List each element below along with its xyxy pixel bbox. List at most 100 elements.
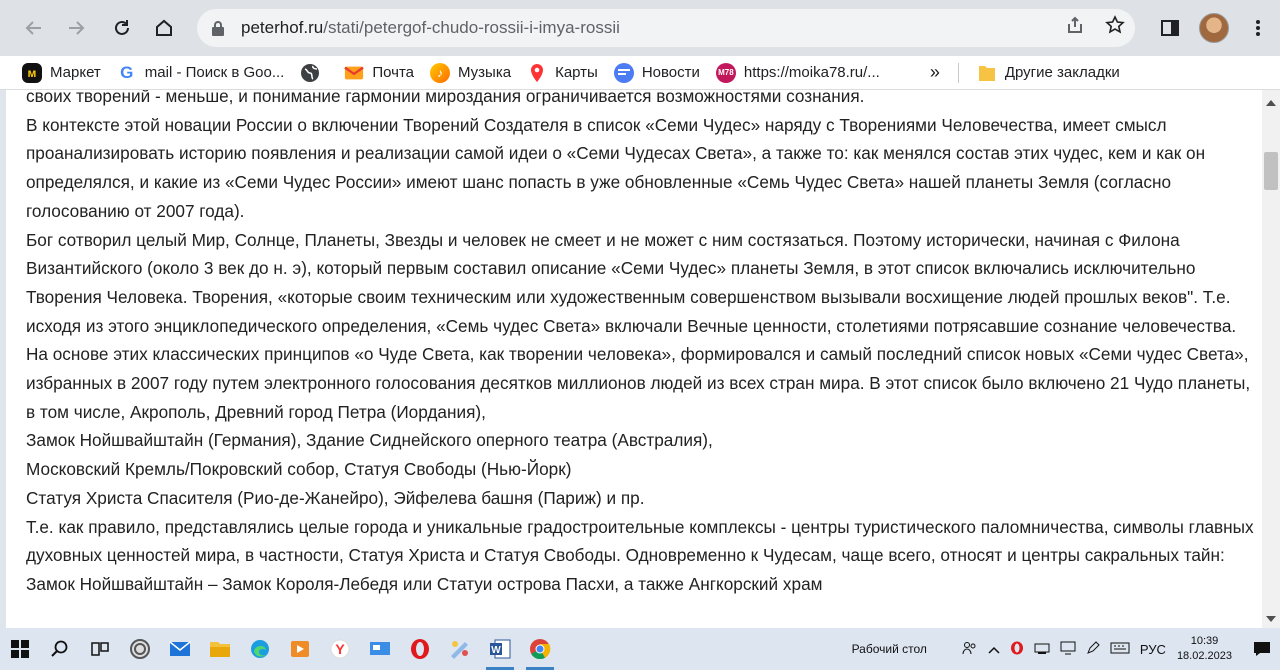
windows-logo-icon (11, 640, 29, 658)
article-body: своих творений - меньше, и понимание гар… (26, 90, 1256, 599)
url-text[interactable]: peterhof.ru/stati/petergof-chudo-rossii-… (241, 18, 620, 38)
scroll-down-arrow-icon[interactable] (1266, 616, 1276, 622)
article-paragraph: своих творений - меньше, и понимание гар… (26, 90, 865, 106)
media-player-icon (291, 641, 309, 657)
desktop-toolbar-label[interactable]: Рабочий стол (852, 642, 927, 656)
chrome-icon (530, 639, 551, 660)
clock-date: 18.02.2023 (1176, 650, 1232, 662)
share-icon[interactable] (1055, 15, 1095, 41)
scroll-thumb[interactable] (1264, 152, 1278, 190)
article-paragraph: Замок Нойшвайштайн (Германия), Здание Си… (26, 430, 713, 451)
svg-text:W: W (491, 645, 501, 656)
clock-time: 10:39 (1190, 635, 1219, 647)
folder-explorer-icon (210, 642, 230, 657)
other-bookmarks-folder[interactable]: Другие закладки (969, 59, 1128, 87)
yandex-browser-icon: Y (330, 639, 350, 659)
bookmark-label: Другие закладки (1004, 64, 1120, 81)
bookmark-pochta[interactable]: Почта (336, 59, 422, 87)
market-icon: м (22, 62, 42, 83)
avatar[interactable] (1199, 13, 1229, 43)
bookmark-label: Почта (372, 64, 415, 81)
bookmark-label: Маркет (50, 64, 101, 81)
system-clock[interactable]: 10:39 18.02.2023 (1177, 634, 1232, 664)
taskbar-app-chrome[interactable] (520, 628, 560, 670)
news-icon (613, 62, 634, 83)
system-tray: Рабочий стол РУС 10:39 18.02.2023 (852, 628, 1280, 670)
display-icon[interactable] (1060, 641, 1076, 658)
svg-text:Y: Y (335, 641, 345, 657)
lock-icon[interactable] (211, 20, 225, 41)
bookmarks-divider (957, 62, 959, 83)
m78-icon: M78 (715, 62, 736, 83)
bookmark-globe[interactable] (292, 59, 336, 87)
bookmark-novosti[interactable]: Новости (606, 59, 708, 87)
search-button[interactable] (40, 628, 80, 670)
music-icon: ♪ (430, 62, 451, 83)
article-paragraph: Т.е. как правило, представлялись целые г… (26, 516, 1254, 594)
bookmarks-overflow-button[interactable]: » (922, 62, 948, 83)
article-paragraph: На основе этих классических принципов «о… (26, 344, 1251, 422)
profile-avatar[interactable] (1192, 13, 1236, 43)
tray-expand-chevron-icon[interactable] (988, 642, 1000, 657)
bookmark-muzyka[interactable]: ♪ Музыка (422, 59, 519, 87)
folder-icon (977, 63, 997, 83)
opera-tray-icon[interactable] (1010, 641, 1024, 658)
bookmark-star-icon[interactable] (1095, 15, 1135, 41)
browser-toolbar: peterhof.ru/stati/petergof-chudo-rossii-… (0, 0, 1280, 56)
start-button[interactable] (0, 628, 40, 670)
bookmarks-bar: м Маркет G mail - Поиск в Goo... Почта ♪… (0, 56, 1280, 90)
mail-icon (344, 63, 365, 83)
side-panel-icon[interactable] (1148, 18, 1192, 38)
menu-kebab-icon[interactable] (1236, 18, 1280, 38)
back-arrow-icon[interactable] (16, 10, 52, 46)
people-icon[interactable] (962, 641, 978, 658)
forward-arrow-icon[interactable] (58, 10, 94, 46)
article-paragraph: Московский Кремль/Покровский собор, Стат… (26, 459, 572, 480)
home-icon[interactable] (146, 10, 182, 46)
window-edge (0, 90, 6, 628)
input-language-indicator[interactable]: РУС (1140, 642, 1166, 657)
taskbar-app-opera[interactable] (400, 628, 440, 670)
cortana-icon (130, 639, 150, 659)
taskbar-app-media[interactable] (280, 628, 320, 670)
page-content: своих творений - меньше, и понимание гар… (0, 90, 1262, 628)
scroll-up-arrow-icon[interactable] (1266, 100, 1276, 106)
url-path: /stati/petergof-chudo-rossii-i-imya-ross… (323, 18, 620, 37)
bookmark-moika78[interactable]: M78 https://moika78.ru/... (708, 59, 888, 87)
keyboard-icon[interactable] (1110, 642, 1130, 657)
taskbar-app-screen[interactable] (360, 628, 400, 670)
taskbar-app-mail[interactable] (160, 628, 200, 670)
task-view-icon (91, 642, 109, 656)
vertical-scrollbar[interactable] (1262, 90, 1280, 628)
bookmark-label: Карты (555, 64, 598, 81)
task-view-button[interactable] (80, 628, 120, 670)
bookmark-label: Новости (641, 64, 700, 81)
bookmark-market[interactable]: м Маркет (14, 59, 109, 87)
bookmark-label: Музыка (458, 64, 512, 81)
windows-taskbar: Y W Рабочий стол РУС 10:39 18.02.2023 (0, 628, 1280, 670)
bookmark-label: mail - Поиск в Goo... (144, 64, 285, 81)
search-icon (51, 640, 68, 657)
taskbar-app-word[interactable]: W (480, 628, 520, 670)
globe-icon (300, 63, 320, 83)
taskbar-app-edge[interactable] (240, 628, 280, 670)
reload-icon[interactable] (104, 10, 140, 46)
pen-icon[interactable] (1086, 640, 1100, 658)
bookmark-google-search[interactable]: G mail - Поиск в Goo... (109, 59, 293, 87)
address-bar[interactable]: peterhof.ru/stati/petergof-chudo-rossii-… (197, 9, 1135, 47)
notification-center-icon[interactable] (1244, 641, 1280, 657)
taskbar-app-paint[interactable] (440, 628, 480, 670)
taskbar-app-explorer[interactable] (200, 628, 240, 670)
bookmark-karty[interactable]: Карты (519, 59, 606, 87)
screen-app-icon (370, 642, 390, 655)
taskbar-app-cortana[interactable] (120, 628, 160, 670)
edge-icon (251, 640, 269, 658)
opera-icon (411, 639, 429, 659)
taskbar-app-yandex[interactable]: Y (320, 628, 360, 670)
article-paragraph: Статуя Христа Спасителя (Рио-де-Жанейро)… (26, 487, 645, 508)
network-icon[interactable] (1034, 641, 1050, 658)
bookmark-label: https://moika78.ru/... (743, 64, 880, 81)
paint-icon (451, 641, 468, 659)
article-paragraph: В контексте этой новации России о включе… (26, 114, 1206, 221)
word-icon: W (490, 639, 511, 659)
